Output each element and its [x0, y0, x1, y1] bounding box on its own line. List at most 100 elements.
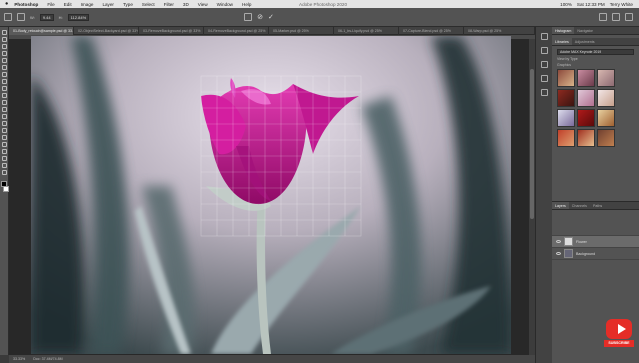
zoom-level[interactable]: 33.33% [13, 357, 25, 361]
menu-file[interactable]: File [47, 2, 54, 7]
crop-tool[interactable] [1, 58, 7, 63]
menu-type[interactable]: Type [123, 2, 133, 7]
eye-icon[interactable] [556, 252, 561, 255]
tools-panel [0, 27, 9, 355]
youtube-logo [606, 319, 632, 339]
doc-info: Doc: 37.4M/74.8M [33, 357, 63, 361]
menu-select[interactable]: Select [142, 2, 155, 7]
move-tool-icon[interactable] [4, 13, 12, 21]
layer-row[interactable]: Flower [552, 236, 639, 248]
tab-navigator[interactable]: Navigator [574, 27, 595, 34]
battery-level[interactable]: 100% [560, 2, 572, 7]
library-graphic[interactable] [557, 69, 575, 87]
character-icon[interactable] [540, 75, 548, 82]
doc-tab[interactable]: 08-Warp.psd @ 25% [464, 27, 535, 35]
eye-icon[interactable] [556, 240, 561, 243]
doc-tab[interactable]: 03-RemoveBackground.psd @ 33% [139, 27, 204, 35]
share-icon[interactable] [625, 13, 633, 21]
tab-histogram[interactable]: Histogram [552, 27, 575, 34]
view-by-type[interactable]: View by Type [557, 57, 634, 61]
commit-transform-icon[interactable]: ✓ [268, 13, 274, 21]
menu-window[interactable]: Window [217, 2, 233, 7]
scrollbar-thumb[interactable] [530, 69, 534, 219]
doc-tab[interactable]: 01-Body_retouch@sample.psd @ 33.3% (Base… [9, 27, 74, 35]
tulip-photo[interactable] [31, 36, 511, 354]
tab-adjustments[interactable]: Adjustments [572, 38, 598, 45]
menu-image[interactable]: Image [81, 2, 94, 7]
healing-tool[interactable] [1, 79, 7, 84]
brush-tool[interactable] [1, 86, 7, 91]
eraser-tool[interactable] [1, 107, 7, 112]
menu-3d[interactable]: 3D [183, 2, 189, 7]
tab-layers[interactable]: Layers [552, 202, 569, 209]
library-graphic[interactable] [577, 129, 595, 147]
canvas-area[interactable] [9, 35, 535, 355]
move-tool[interactable] [1, 30, 7, 35]
type-tool[interactable] [1, 142, 7, 147]
height-label: H: [58, 14, 63, 20]
dodge-tool[interactable] [1, 128, 7, 133]
library-graphic[interactable] [597, 109, 615, 127]
reference-point-icon[interactable] [17, 13, 25, 21]
library-graphic[interactable] [557, 129, 575, 147]
library-graphic[interactable] [577, 109, 595, 127]
apple-icon[interactable]: ● [5, 1, 8, 7]
clone-stamp-tool[interactable] [1, 93, 7, 98]
history-icon[interactable] [540, 33, 548, 40]
subscribe-label: SUBSCRIBE [604, 340, 634, 347]
background-color-swatch[interactable] [2, 186, 9, 192]
layer-controls[interactable] [552, 210, 639, 236]
cancel-transform-icon[interactable]: ⊘ [257, 13, 263, 21]
properties-icon[interactable] [540, 47, 548, 54]
menu-help[interactable]: Help [242, 2, 251, 7]
doc-tab[interactable]: 05-Marker.psd @ 25% [269, 27, 334, 35]
path-select-tool[interactable] [1, 149, 7, 154]
height-field[interactable]: 112.84% [67, 13, 90, 21]
library-graphic[interactable] [577, 89, 595, 107]
gradient-tool[interactable] [1, 114, 7, 119]
workspace-icon[interactable] [612, 13, 620, 21]
history-brush-tool[interactable] [1, 100, 7, 105]
layer-name: Flower [576, 239, 587, 244]
tab-libraries[interactable]: Libraries [552, 38, 572, 45]
hand-tool[interactable] [1, 163, 7, 168]
menu-filter[interactable]: Filter [164, 2, 174, 7]
shape-tool[interactable] [1, 156, 7, 161]
search-icon[interactable] [599, 13, 607, 21]
width-field[interactable]: 9.44 [39, 13, 54, 21]
actions-icon[interactable] [540, 89, 548, 96]
library-graphic[interactable] [557, 89, 575, 107]
width-label: W: [30, 14, 35, 20]
library-graphic[interactable] [597, 69, 615, 87]
eyedropper-tool[interactable] [1, 72, 7, 77]
layer-row[interactable]: Background [552, 248, 639, 260]
lasso-tool[interactable] [1, 44, 7, 49]
youtube-subscribe-badge[interactable]: SUBSCRIBE [604, 319, 634, 359]
doc-tab[interactable]: 06-1_bs-Liquify.psd @ 25% [334, 27, 399, 35]
library-graphic[interactable] [557, 109, 575, 127]
menu-layer[interactable]: Layer [102, 2, 114, 7]
user-name[interactable]: Terry White [610, 2, 633, 7]
doc-tab[interactable]: 02-ObjectSelect-Backyard.psd @ 33% [74, 27, 139, 35]
library-graphic[interactable] [597, 89, 615, 107]
pen-tool[interactable] [1, 135, 7, 140]
doc-tab[interactable]: 07-Capture-Blend.psd @ 25% [399, 27, 464, 35]
library-select[interactable]: Adobe MAX Keynote 2019 [557, 49, 634, 55]
zoom-tool[interactable] [1, 170, 7, 175]
library-graphic[interactable] [577, 69, 595, 87]
play-icon [618, 324, 626, 334]
frame-tool[interactable] [1, 65, 7, 70]
tab-channels[interactable]: Channels [569, 202, 590, 209]
menu-view[interactable]: View [198, 2, 208, 7]
paragraph-icon[interactable] [540, 61, 548, 68]
tab-paths[interactable]: Paths [590, 202, 605, 209]
object-select-tool[interactable] [1, 51, 7, 56]
marquee-tool[interactable] [1, 37, 7, 42]
app-menu[interactable]: Photoshop [14, 2, 38, 7]
warp-mode-icon[interactable] [244, 13, 253, 21]
doc-tab[interactable]: 04-RemoveBackground.psd @ 25% [204, 27, 269, 35]
clock[interactable]: Sat 12:33 PM [577, 2, 605, 7]
blur-tool[interactable] [1, 121, 7, 126]
menu-edit[interactable]: Edit [64, 2, 72, 7]
library-graphic[interactable] [597, 129, 615, 147]
